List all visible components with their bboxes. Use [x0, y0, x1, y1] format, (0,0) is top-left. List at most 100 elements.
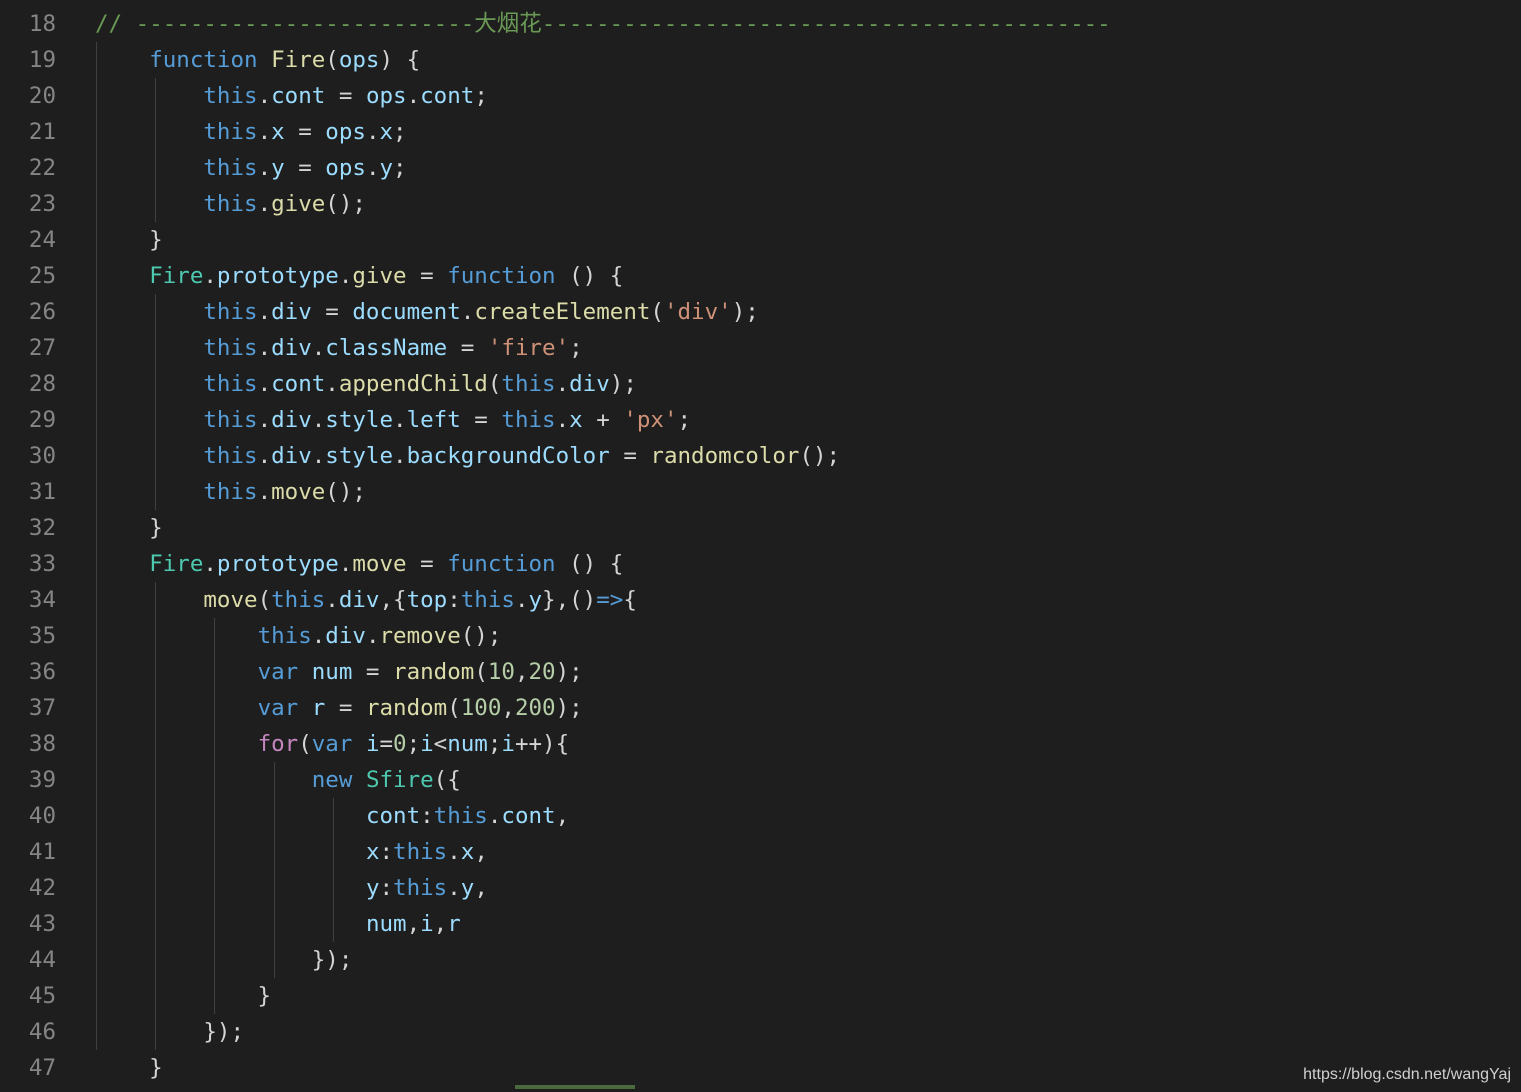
code-token: ,: [406, 911, 421, 937]
code-line[interactable]: 18 // -------------------------大烟花-------…: [0, 6, 1521, 42]
code-line[interactable]: 28 this.cont.appendChild(this.div);: [0, 366, 1521, 402]
code-line[interactable]: 23 this.give();: [0, 186, 1521, 222]
code-token: =: [406, 263, 448, 289]
code-line[interactable]: 40 cont:this.cont,: [0, 798, 1521, 834]
code-token: });: [95, 947, 353, 973]
code-token: this: [393, 839, 448, 865]
code-token: div: [271, 335, 312, 361]
scrolled-line-fragment: [155, 0, 177, 4]
code-line[interactable]: 27 this.div.className = 'fire';: [0, 330, 1521, 366]
line-number: 19: [28, 47, 56, 73]
code-line[interactable]: 36 var num = random(10,20);: [0, 654, 1521, 690]
code-line[interactable]: 33 Fire.prototype.move = function () {: [0, 546, 1521, 582]
code-token: =: [284, 155, 326, 181]
code-token: ops: [338, 47, 380, 73]
code-token: 0: [393, 731, 407, 757]
code-token: () {: [555, 551, 624, 577]
code-line[interactable]: 25 Fire.prototype.give = function () {: [0, 258, 1521, 294]
code-token: this: [203, 299, 258, 325]
code-token: ,: [555, 803, 570, 829]
code-token: function: [447, 263, 556, 289]
code-line[interactable]: 31 this.move();: [0, 474, 1521, 510]
code-token: ;: [487, 731, 502, 757]
code-line[interactable]: 46 });: [0, 1014, 1521, 1050]
code-token: }: [95, 515, 163, 541]
code-token: num: [311, 659, 353, 685]
line-number: 23: [28, 191, 56, 217]
code-line[interactable]: 37 var r = random(100,200);: [0, 690, 1521, 726]
code-token: y: [528, 587, 543, 613]
line-number: 41: [28, 839, 56, 865]
code-token: },(): [542, 587, 597, 613]
indent-guide: [274, 762, 275, 978]
code-line[interactable]: 43 num,i,r: [0, 906, 1521, 942]
line-number: 34: [28, 587, 56, 613]
code-line[interactable]: 22 this.y = ops.y;: [0, 150, 1521, 186]
code-line[interactable]: 41 x:this.x,: [0, 834, 1521, 870]
code-token: this: [433, 803, 488, 829]
code-line[interactable]: 42 y:this.y,: [0, 870, 1521, 906]
code-line[interactable]: 45 }: [0, 978, 1521, 1014]
code-editor[interactable]: 18 // -------------------------大烟花-------…: [0, 0, 1521, 1092]
code-token: ,: [474, 839, 488, 865]
code-line[interactable]: 26 this.div = document.createElement('di…: [0, 294, 1521, 330]
code-token: 'px': [623, 407, 678, 433]
code-token: 'div': [663, 299, 732, 325]
code-token: <: [433, 731, 448, 757]
code-token: =: [609, 443, 651, 469]
code-text: this.give();: [95, 186, 366, 222]
line-number: 31: [28, 479, 56, 505]
code-token: });: [95, 1019, 245, 1045]
code-token: cont: [365, 803, 421, 829]
code-token: y: [271, 155, 285, 181]
code-line[interactable]: 19 function Fire(ops) {: [0, 42, 1521, 78]
code-token: :: [379, 875, 394, 901]
line-number: 39: [28, 767, 56, 793]
code-token: give: [352, 263, 407, 289]
code-line[interactable]: 44 });: [0, 942, 1521, 978]
code-token: =: [406, 551, 448, 577]
code-line[interactable]: 34 move(this.div,{top:this.y},()=>{: [0, 582, 1521, 618]
code-token: .: [555, 407, 570, 433]
code-line[interactable]: 39 new Sfire({: [0, 762, 1521, 798]
code-token: .: [257, 479, 272, 505]
code-line[interactable]: 30 this.div.style.backgroundColor = rand…: [0, 438, 1521, 474]
code-line[interactable]: 35 this.div.remove();: [0, 618, 1521, 654]
code-token: num: [447, 731, 488, 757]
code-line[interactable]: 20 this.cont = ops.cont;: [0, 78, 1521, 114]
code-token: left: [406, 407, 461, 433]
code-token: 'fire': [487, 335, 570, 361]
code-line[interactable]: 29 this.div.style.left = this.x + 'px';: [0, 402, 1521, 438]
code-line[interactable]: 21 this.x = ops.x;: [0, 114, 1521, 150]
code-token: div: [271, 443, 312, 469]
line-number: 47: [28, 1055, 56, 1081]
code-text: function Fire(ops) {: [95, 42, 420, 78]
code-line[interactable]: 32 }: [0, 510, 1521, 546]
code-line[interactable]: 38 for(var i=0;i<num;i++){: [0, 726, 1521, 762]
code-token: remove: [379, 623, 461, 649]
code-token: this: [203, 191, 258, 217]
code-token: .: [393, 443, 407, 469]
code-token: y: [365, 875, 380, 901]
code-line[interactable]: 47 }: [0, 1050, 1521, 1086]
code-token: .: [203, 551, 217, 577]
code-token: .: [311, 623, 326, 649]
code-token: =: [325, 695, 366, 721]
line-number: 20: [28, 83, 56, 109]
code-token: div: [271, 299, 312, 325]
code-token: ++){: [514, 731, 570, 757]
line-number: 27: [28, 335, 56, 361]
code-token: .: [257, 407, 272, 433]
code-token: );: [731, 299, 759, 325]
code-line[interactable]: 24 }: [0, 222, 1521, 258]
code-token: =: [379, 731, 394, 757]
